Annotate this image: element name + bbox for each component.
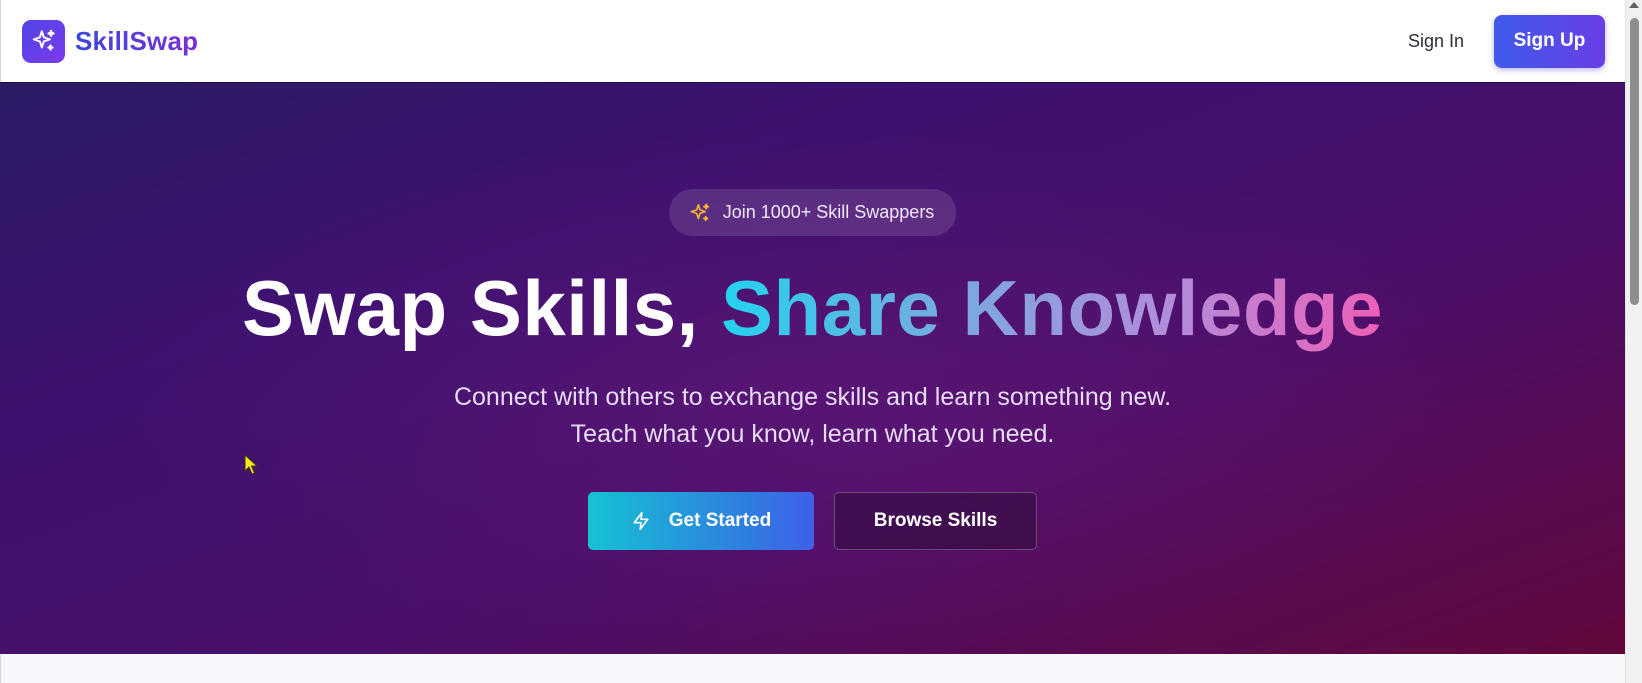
subtitle-line-2: Teach what you know, learn what you need…: [570, 420, 1055, 448]
cta-row: Get Started Browse Skills: [0, 492, 1625, 550]
badge-text: Join 1000+ Skill Swappers: [722, 202, 935, 222]
brand-logo: [22, 19, 65, 63]
brand-name: SkillSwap: [75, 25, 199, 56]
sign-up-button[interactable]: Sign Up: [1494, 14, 1605, 68]
scroll-up-arrow-icon[interactable]: [1629, 2, 1639, 8]
brand-home-link[interactable]: SkillSwap: [22, 19, 199, 63]
lightning-icon: [633, 511, 649, 531]
headline-accent: Share Knowledge: [721, 264, 1383, 352]
community-badge: Join 1000+ Skill Swappers: [668, 189, 957, 236]
mouse-cursor-icon: [244, 454, 259, 475]
hero-section: Join 1000+ Skill Swappers Swap Skills, S…: [0, 82, 1625, 654]
top-navbar: SkillSwap Sign In Sign Up: [0, 0, 1625, 82]
get-started-label: Get Started: [668, 510, 772, 531]
hero-headline: Swap Skills, Share Knowledge: [0, 263, 1625, 354]
hero-subtitle: Connect with others to exchange skills a…: [0, 379, 1625, 453]
landing-page: SkillSwap Sign In Sign Up Join 1000+ Ski…: [0, 0, 1642, 683]
subtitle-line-1: Connect with others to exchange skills a…: [453, 383, 1172, 411]
scroll-thumb[interactable]: [1630, 18, 1639, 305]
headline-primary: Swap Skills,: [241, 264, 722, 352]
nav-actions: Sign In Sign Up: [1408, 14, 1605, 68]
get-started-button[interactable]: Get Started: [588, 492, 814, 550]
sparkles-icon: [32, 29, 55, 51]
page-scrollbar[interactable]: [1625, 0, 1642, 683]
sign-in-link[interactable]: Sign In: [1408, 31, 1464, 52]
browse-skills-button[interactable]: Browse Skills: [834, 492, 1037, 550]
sparkles-icon: [690, 202, 709, 221]
next-section-edge: [0, 654, 1625, 683]
